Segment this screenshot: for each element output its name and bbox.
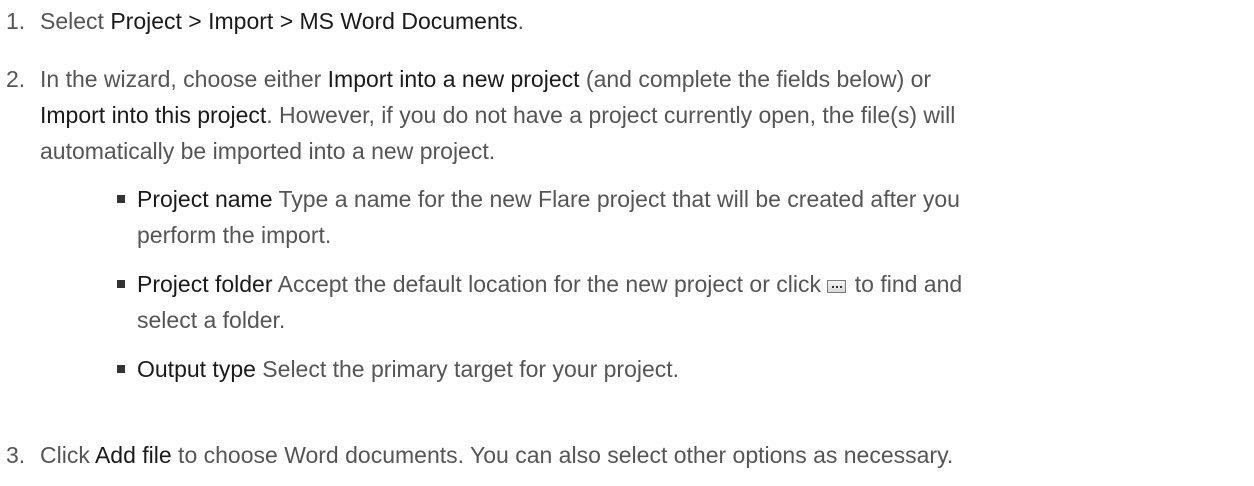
step-text: Select Project > Import > MS Word Docume… [40,8,525,34]
ellipsis-browse-button-icon [827,280,847,293]
field-term: Project folder [137,271,273,297]
menu-path: Project > Import > MS Word Documents [110,8,518,34]
bullet-square-icon [117,365,125,373]
step-text: In the wizard, choose either Import into… [40,61,1254,169]
step-number: 3. [6,442,26,468]
step-text: Click Add file to choose Word documents.… [40,442,954,468]
step-number: 1. [6,8,26,34]
bullet-square-icon [117,280,125,288]
option-new-project: Import into a new project [327,66,580,92]
field-term: Output type [137,356,256,382]
option-this-project: Import into this project [40,102,267,128]
step-line: automatically be imported into a new pro… [40,138,496,164]
add-file-term: Add file [94,442,172,468]
field-term: Project name [137,186,273,212]
step-line: In the wizard, choose either Import into… [40,66,932,92]
step-number: 2. [6,66,26,92]
step-line: Import into this project. However, if yo… [40,102,956,128]
procedure-document: 1. Select Project > Import > MS Word Doc… [0,0,1254,486]
bullet-square-icon [117,195,125,203]
